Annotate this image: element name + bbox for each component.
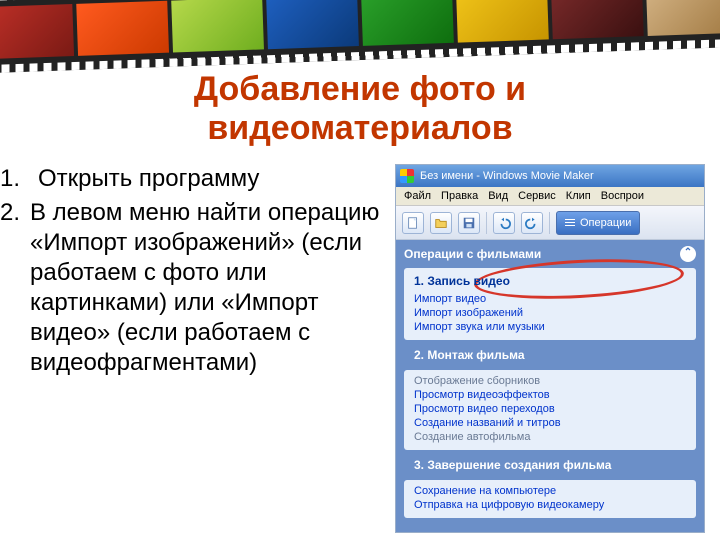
slide-title: Добавление фото и видеоматериалов <box>80 70 640 148</box>
link-import-images[interactable]: Импорт изображений <box>414 306 686 320</box>
section-title: 1. Запись видео <box>414 272 686 292</box>
app-logo-icon <box>400 169 414 183</box>
section-title: 2. Монтаж фильма <box>414 346 686 366</box>
new-button[interactable] <box>402 212 424 234</box>
step-number: 1. <box>0 164 28 194</box>
link-send-dv[interactable]: Отправка на цифровую видеокамеру <box>414 498 686 512</box>
menu-play[interactable]: Воспрои <box>601 190 644 202</box>
redo-button[interactable] <box>521 212 543 234</box>
task-pane-header: Операции с фильмами ⌃ <box>404 244 696 268</box>
instruction-list: 1. Открыть программу 2. В левом меню най… <box>0 164 395 382</box>
toolbar-separator <box>486 212 487 234</box>
link-show-collections: Отображение сборников <box>414 374 686 388</box>
link-import-video[interactable]: Импорт видео <box>414 292 686 306</box>
toolbar-separator <box>549 212 550 234</box>
section-title: 3. Завершение создания фильма <box>414 456 686 476</box>
undo-button[interactable] <box>493 212 515 234</box>
task-section-finish-body: Сохранение на компьютере Отправка на циф… <box>404 480 696 518</box>
task-section-finish: 3. Завершение создания фильма <box>404 454 696 480</box>
step-number: 2. <box>0 198 28 378</box>
menu-edit[interactable]: Правка <box>441 190 478 202</box>
operations-label: Операции <box>580 217 631 229</box>
app-window: Без имени - Windows Movie Maker Файл Пра… <box>395 164 705 533</box>
task-section-edit-body: Отображение сборников Просмотр видеоэффе… <box>404 370 696 450</box>
link-view-effects[interactable]: Просмотр видеоэффектов <box>414 388 686 402</box>
link-view-transitions[interactable]: Просмотр видео переходов <box>414 402 686 416</box>
menu-file[interactable]: Файл <box>404 190 431 202</box>
task-section-capture: 1. Запись видео Импорт видео Импорт изоб… <box>404 268 696 340</box>
menu-view[interactable]: Вид <box>488 190 508 202</box>
operations-icon <box>565 219 575 227</box>
link-automovie: Создание автофильма <box>414 430 686 444</box>
app-titlebar: Без имени - Windows Movie Maker <box>396 165 704 187</box>
step-text: В левом меню найти операцию «Импорт изоб… <box>28 198 395 378</box>
menu-clip[interactable]: Клип <box>566 190 591 202</box>
task-section-edit: 2. Монтаж фильма <box>404 344 696 370</box>
operations-button[interactable]: Операции <box>556 211 640 235</box>
menu-tools[interactable]: Сервис <box>518 190 556 202</box>
collapse-icon[interactable]: ⌃ <box>680 246 696 262</box>
toolbar: Операции <box>396 206 704 240</box>
task-pane-title: Операции с фильмами <box>404 247 541 261</box>
link-save-computer[interactable]: Сохранение на компьютере <box>414 484 686 498</box>
open-button[interactable] <box>430 212 452 234</box>
menu-bar: Файл Правка Вид Сервис Клип Воспрои <box>396 187 704 206</box>
link-import-audio[interactable]: Импорт звука или музыки <box>414 320 686 334</box>
app-title: Без имени - Windows Movie Maker <box>420 170 594 182</box>
step-text: Открыть программу <box>28 164 259 194</box>
task-pane: Операции с фильмами ⌃ 1. Запись видео Им… <box>396 240 704 532</box>
link-make-titles[interactable]: Создание названий и титров <box>414 416 686 430</box>
save-button[interactable] <box>458 212 480 234</box>
